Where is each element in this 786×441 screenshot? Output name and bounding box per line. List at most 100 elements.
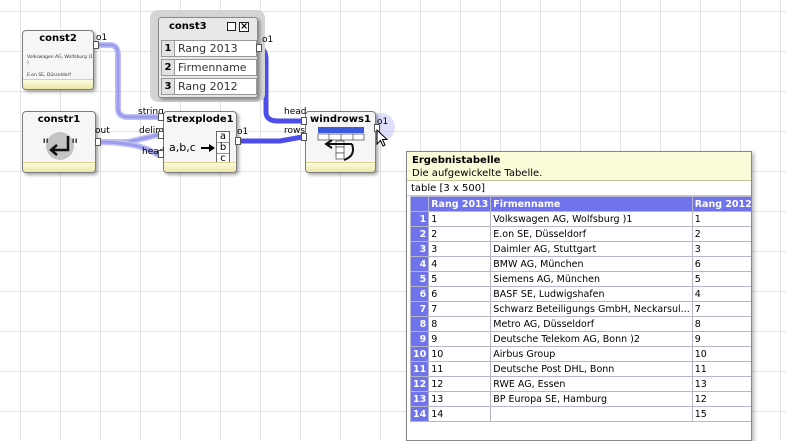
table-row[interactable]: 11 11 Deutsche Post DHL, Bonn 11 [409, 361, 751, 377]
output-port[interactable] [93, 41, 99, 49]
cell-rang-2013: 1 [428, 211, 492, 227]
table-row[interactable]: 2 Firmenname [161, 59, 257, 76]
node-footer [164, 162, 236, 172]
node-const3[interactable]: const3 × 1 Rang 2013 2 Firmenname 3 Rang… [158, 17, 258, 98]
cell-rang-2012: 9 [691, 331, 751, 347]
table-row[interactable]: 14 14 15 [409, 406, 751, 422]
popup-title: Ergebnistabelle [412, 155, 501, 166]
node-text-preview: ) [27, 61, 29, 66]
maximize-icon[interactable] [227, 22, 236, 31]
exploded-list: a b c [216, 131, 230, 165]
cell-rang-2012: 4 [691, 286, 751, 302]
cell-firmenname: Siemens AG, München [490, 271, 693, 287]
row-index-cell: 5 [409, 271, 430, 287]
table-row[interactable]: 6 6 BASF SE, Ludwigshafen 4 [409, 286, 751, 302]
row-index: 3 [162, 79, 175, 94]
row-value: Firmenname [178, 61, 247, 74]
output-port-label: out [95, 126, 110, 136]
cell-rang-2013: 9 [428, 331, 492, 347]
node-title: strexplode1 [166, 114, 234, 125]
table-row[interactable]: 12 12 RWE AG, Essen 13 [409, 376, 751, 392]
wind-rows-icon [317, 127, 365, 161]
table-row[interactable]: 10 10 Airbus Group 10 [409, 346, 751, 362]
row-index-cell: 2 [409, 226, 430, 242]
corner-header [409, 196, 430, 212]
row-index-cell: 12 [409, 376, 430, 392]
row-value: Rang 2013 [178, 42, 238, 55]
table-dimensions: table [3 x 500] [407, 181, 751, 196]
row-index: 1 [162, 41, 175, 56]
cell-rang-2013: 2 [428, 226, 492, 242]
input-port-rows[interactable] [301, 133, 307, 141]
cell-firmenname: Daimler AG, Stuttgart [490, 241, 693, 257]
node-strexplode1[interactable]: strexplode1 a,b,c a b c [163, 111, 237, 173]
cell-rang-2013: 3 [428, 241, 492, 257]
arrow-right-icon [201, 144, 215, 152]
row-index-cell: 10 [409, 346, 430, 362]
newline-icon: " " [42, 132, 78, 160]
column-header[interactable]: Rang 2013 [428, 196, 492, 212]
table-row[interactable]: 1 Rang 2013 [161, 40, 257, 57]
result-table: Rang 2013 Firmenname Rang 2012 1 1 Volkswa… [409, 196, 751, 422]
cell-rang-2013: 14 [428, 406, 492, 422]
table-row[interactable]: 8 8 Metro AG, Düsseldorf 8 [409, 316, 751, 332]
column-header[interactable]: Firmenname [490, 196, 693, 212]
output-port[interactable] [256, 44, 262, 52]
cell-firmenname: Metro AG, Düsseldorf [490, 316, 693, 332]
cell-firmenname [490, 406, 693, 422]
cell-rang-2012: 1 [691, 211, 751, 227]
input-port-delim[interactable] [158, 131, 164, 139]
table-row[interactable]: 3 Rang 2012 [161, 78, 257, 95]
cell-rang-2012: 7 [691, 301, 751, 317]
explode-icon-text: a,b,c [169, 141, 196, 154]
row-index-cell: 4 [409, 256, 430, 272]
cell-firmenname: Airbus Group [490, 346, 693, 362]
table-row[interactable]: 4 4 BMW AG, München 6 [409, 256, 751, 272]
table-row[interactable]: 7 7 Schwarz Beteiligungs GmbH, Neckarsul..… [409, 301, 751, 317]
cell-firmenname: Deutsche Telekom AG, Bonn )2 [490, 331, 693, 347]
row-index-cell: 7 [409, 301, 430, 317]
table-row[interactable]: 2 2 E.on SE, Düsseldorf 2 [409, 226, 751, 242]
column-header[interactable]: Rang 2012 [691, 196, 751, 212]
table-row[interactable]: 5 5 Siemens AG, München 5 [409, 271, 751, 287]
cell-firmenname: BASF SE, Ludwigshafen [490, 286, 693, 302]
output-port-label: o1 [237, 127, 249, 137]
node-footer [306, 162, 375, 172]
output-port[interactable] [95, 138, 101, 146]
cell-rang-2012: 12 [691, 391, 751, 407]
table-row[interactable]: 13 13 BP Europa SE, Hamburg 12 [409, 391, 751, 407]
node-title: windrows1 [310, 114, 371, 125]
input-port-head[interactable] [158, 150, 164, 158]
cell-rang-2013: 4 [428, 256, 492, 272]
row-index-cell: 1 [409, 211, 430, 227]
cell-rang-2012: 3 [691, 241, 751, 257]
table-row[interactable]: 1 1 Volkswagen AG, Wolfsburg )1 1 [409, 211, 751, 227]
cell-rang-2013: 5 [428, 271, 492, 287]
node-title: const2 [39, 33, 77, 44]
node-constr1[interactable]: constr1 " " [22, 111, 96, 173]
close-icon[interactable]: × [239, 22, 249, 32]
cell-rang-2013: 7 [428, 301, 492, 317]
cell-firmenname: Volkswagen AG, Wolfsburg )1 [490, 211, 693, 227]
popup-header: Ergebnistabelle Die aufgewickelte Tabell… [407, 152, 751, 181]
node-const2[interactable]: const2 Volkswagen AG, Wolfsburg )1 ) E.o… [22, 30, 94, 90]
wire-constr1-to-delim [94, 132, 161, 145]
svg-text:": " [42, 135, 49, 154]
cell-rang-2012: 8 [691, 316, 751, 332]
cell-firmenname: Deutsche Post DHL, Bonn [490, 361, 693, 377]
row-index-cell: 8 [409, 316, 430, 332]
row-index-cell: 13 [409, 391, 430, 407]
node-footer [23, 162, 95, 172]
node-windrows1[interactable]: windrows1 [305, 111, 376, 173]
cell-rang-2013: 8 [428, 316, 492, 332]
row-index-cell: 6 [409, 286, 430, 302]
table-row[interactable]: 9 9 Deutsche Telekom AG, Bonn )2 9 [409, 331, 751, 347]
row-index-cell: 14 [409, 406, 430, 422]
row-value: Rang 2012 [178, 80, 238, 93]
cell-rang-2012: 13 [691, 376, 751, 392]
input-port-head[interactable] [301, 117, 307, 125]
output-port[interactable] [235, 137, 241, 145]
input-port-string[interactable] [158, 113, 164, 121]
table-row[interactable]: 3 3 Daimler AG, Stuttgart 3 [409, 241, 751, 257]
popup-description: Die aufgewickelte Tabelle. [412, 168, 543, 179]
